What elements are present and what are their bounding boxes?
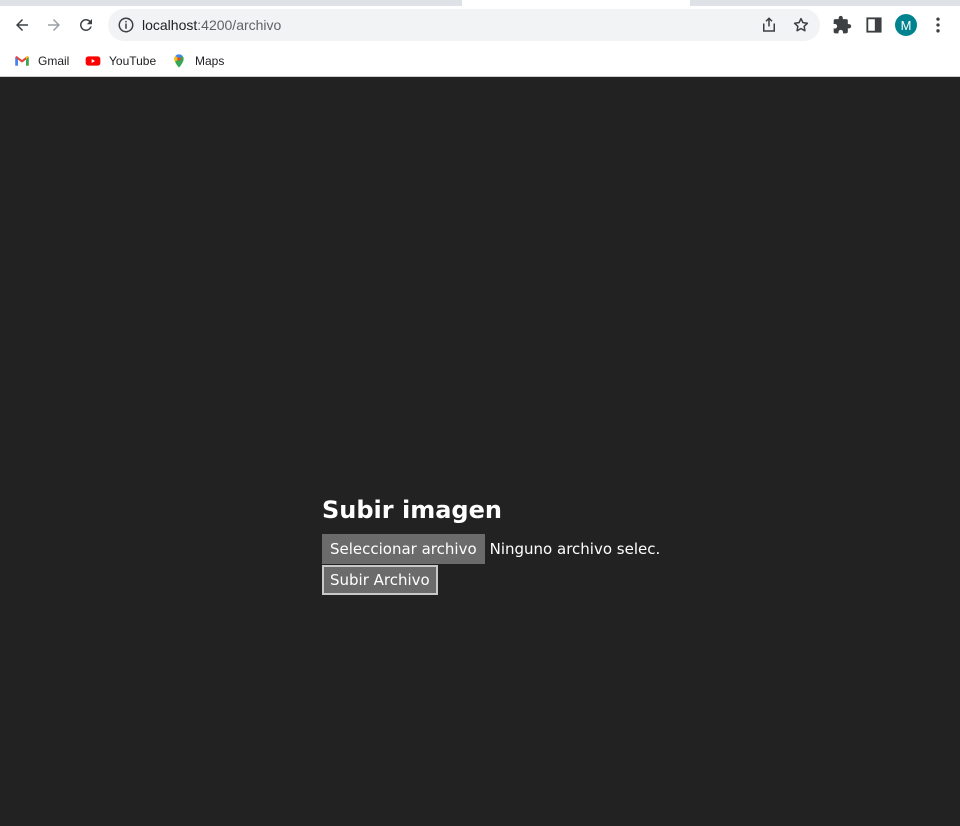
back-arrow-icon [16,19,28,31]
upload-form: Subir imagen Seleccionar archivo Ninguno… [322,494,660,595]
page-title: Subir imagen [322,496,502,524]
bookmark-maps[interactable]: Maps [171,51,224,71]
file-input[interactable]: Seleccionar archivo Ninguno archivo sele… [322,534,660,564]
side-panel-icon[interactable] [864,15,884,35]
bookmark-label: YouTube [109,54,157,68]
info-icon[interactable] [117,16,135,34]
bookmarks-bar: Gmail YouTube Maps [0,44,960,77]
url-text[interactable]: localhost:4200/archivo [142,17,281,33]
browser-toolbar: localhost:4200/archivo M [0,6,960,44]
more-menu-icon[interactable] [928,15,948,35]
back-button[interactable] [8,11,36,39]
select-file-button[interactable]: Seleccionar archivo [322,534,485,564]
address-bar[interactable]: localhost:4200/archivo [108,9,820,41]
youtube-icon [85,56,101,66]
profile-avatar[interactable]: M [895,14,917,36]
reload-icon [79,18,92,31]
forward-arrow-icon [48,19,60,31]
upload-submit-button[interactable]: Subir Archivo [322,565,438,595]
bookmark-star-icon[interactable] [792,16,810,34]
url-host: localhost [142,17,198,33]
page-body: Subir imagen Seleccionar archivo Ninguno… [0,78,960,826]
bookmark-youtube[interactable]: YouTube [85,51,156,71]
share-icon[interactable] [760,16,778,34]
forward-button[interactable] [40,11,68,39]
url-path: :4200/archivo [197,17,282,33]
file-status-text: Ninguno archivo selec. [489,540,661,558]
extensions-icon[interactable] [832,15,852,35]
bookmark-label: Gmail [38,54,70,68]
maps-icon [174,54,184,68]
reload-button[interactable] [72,11,100,39]
bookmark-label: Maps [195,54,225,68]
gmail-icon [15,56,29,66]
bookmark-gmail[interactable]: Gmail [14,51,69,71]
